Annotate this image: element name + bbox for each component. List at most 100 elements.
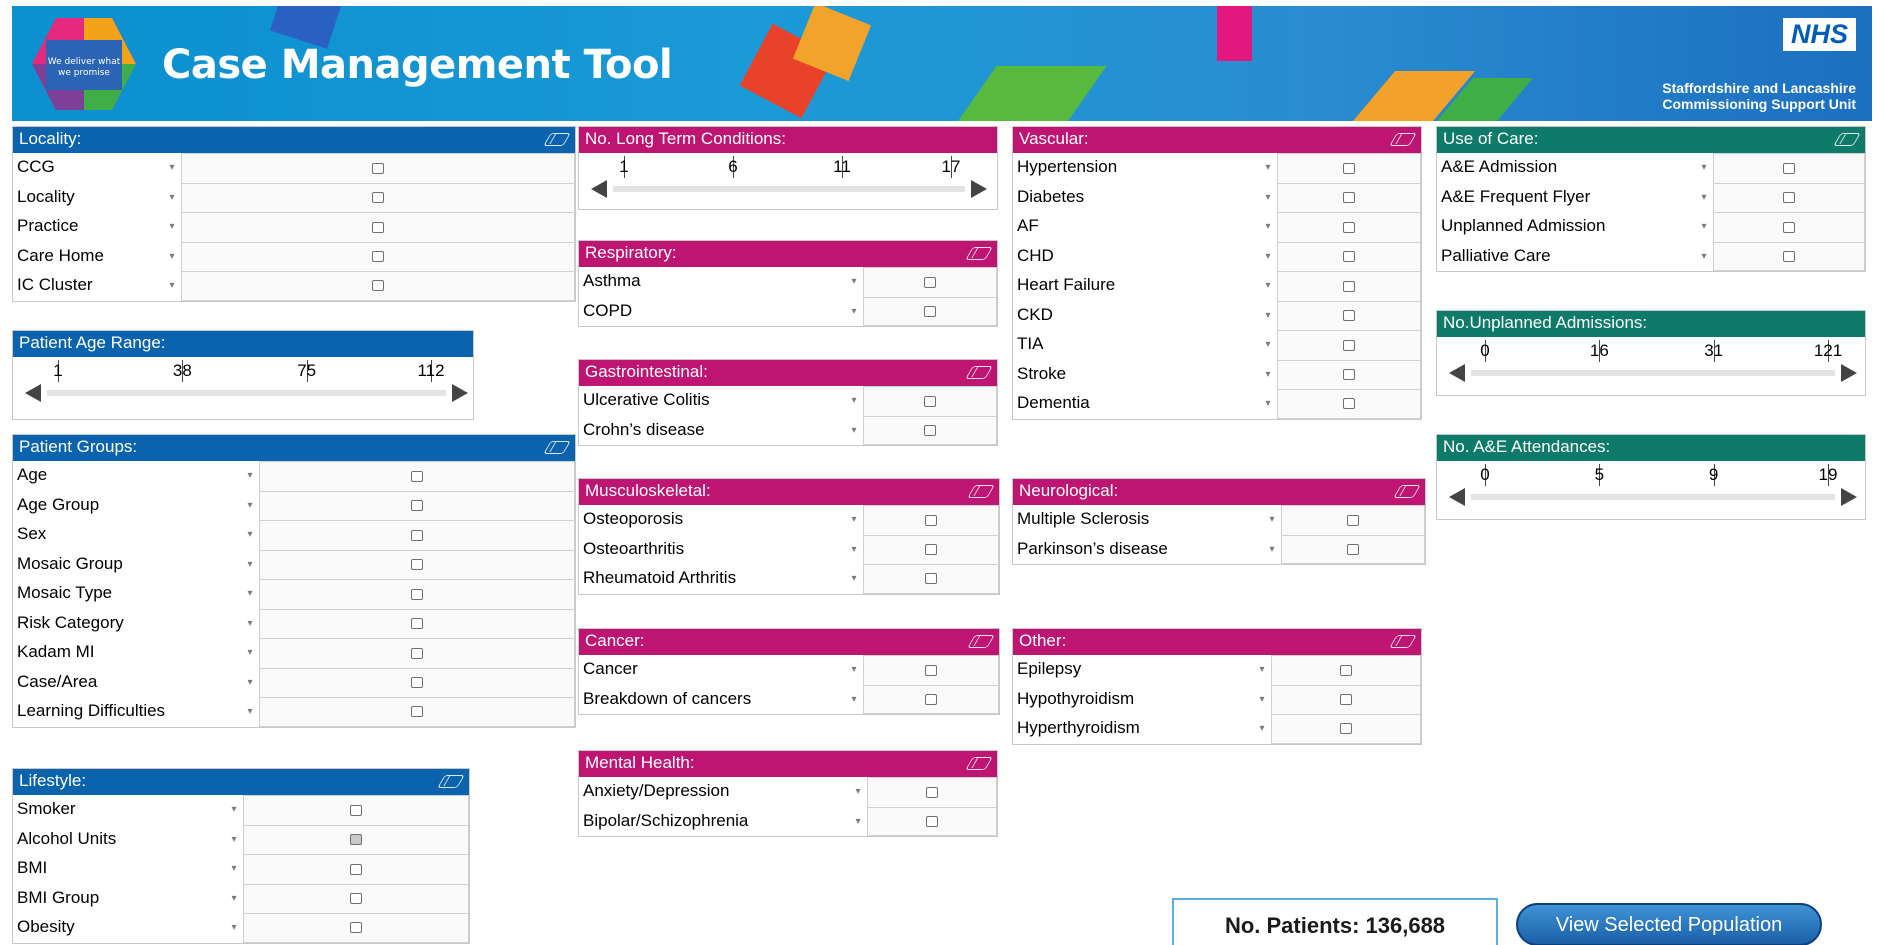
filter-row[interactable]: Diabetes ▾: [1013, 182, 1421, 212]
filter-value-cell[interactable]: [181, 153, 575, 183]
eraser-icon[interactable]: [1389, 635, 1417, 648]
dropdown-arrow-icon[interactable]: ▾: [845, 386, 863, 416]
checkbox[interactable]: [1343, 339, 1355, 351]
checkbox[interactable]: [924, 424, 936, 436]
slider-left-arrow-icon[interactable]: [25, 384, 41, 402]
dropdown-arrow-icon[interactable]: ▾: [845, 416, 863, 446]
filter-row[interactable]: Stroke ▾: [1013, 359, 1421, 389]
filter-row[interactable]: Learning Difficulties ▾: [13, 697, 575, 727]
dropdown-arrow-icon[interactable]: ▾: [845, 535, 863, 565]
checkbox[interactable]: [350, 893, 362, 905]
dropdown-arrow-icon[interactable]: ▾: [1695, 242, 1713, 272]
dropdown-arrow-icon[interactable]: ▾: [225, 884, 243, 914]
age-range-slider[interactable]: 1 38 75 112: [13, 357, 473, 419]
filter-row[interactable]: Sex ▾: [13, 520, 575, 550]
dropdown-arrow-icon[interactable]: ▾: [1263, 505, 1281, 535]
dropdown-arrow-icon[interactable]: ▾: [241, 520, 259, 550]
filter-value-cell[interactable]: [1277, 271, 1421, 301]
slider-track[interactable]: [1471, 494, 1835, 500]
filter-row[interactable]: Ulcerative Colitis ▾: [579, 386, 997, 416]
filter-row[interactable]: BMI Group ▾: [13, 883, 469, 914]
checkbox[interactable]: [350, 834, 362, 846]
filter-row[interactable]: Kadam MI ▾: [13, 638, 575, 668]
filter-row[interactable]: Mosaic Type ▾: [13, 579, 575, 609]
filter-row[interactable]: Locality ▾: [13, 182, 575, 212]
filter-value-cell[interactable]: [1713, 153, 1865, 183]
filter-value-cell[interactable]: [259, 697, 575, 727]
filter-value-cell[interactable]: [243, 824, 469, 854]
checkbox[interactable]: [350, 863, 362, 875]
dropdown-arrow-icon[interactable]: ▾: [241, 668, 259, 698]
filter-value-cell[interactable]: [181, 182, 575, 212]
filter-row[interactable]: Asthma ▾: [579, 267, 997, 297]
filter-row[interactable]: Parkinson’s disease ▾: [1013, 534, 1425, 565]
checkbox[interactable]: [1783, 221, 1795, 233]
dropdown-arrow-icon[interactable]: ▾: [241, 461, 259, 491]
dropdown-arrow-icon[interactable]: ▾: [849, 777, 867, 807]
filter-row[interactable]: A&E Admission ▾: [1437, 153, 1865, 183]
checkbox[interactable]: [411, 470, 423, 482]
filter-value-cell[interactable]: [243, 883, 469, 913]
checkbox[interactable]: [350, 922, 362, 934]
dropdown-arrow-icon[interactable]: ▾: [845, 564, 863, 594]
checkbox[interactable]: [1343, 192, 1355, 204]
dropdown-arrow-icon[interactable]: ▾: [1253, 714, 1271, 744]
filter-value-cell[interactable]: [863, 505, 999, 535]
dropdown-arrow-icon[interactable]: ▾: [845, 505, 863, 535]
filter-value-cell[interactable]: [181, 212, 575, 242]
filter-value-cell[interactable]: [1271, 714, 1421, 744]
eraser-icon[interactable]: [543, 133, 571, 146]
filter-row[interactable]: Breakdown of cancers ▾: [579, 684, 999, 715]
dropdown-arrow-icon[interactable]: ▾: [1259, 212, 1277, 242]
dropdown-arrow-icon[interactable]: ▾: [163, 212, 181, 242]
checkbox[interactable]: [411, 588, 423, 600]
filter-row[interactable]: Rheumatoid Arthritis ▾: [579, 564, 999, 594]
checkbox[interactable]: [1343, 398, 1355, 410]
eraser-icon[interactable]: [967, 485, 995, 498]
dropdown-arrow-icon[interactable]: ▾: [1259, 389, 1277, 419]
dropdown-arrow-icon[interactable]: ▾: [1253, 685, 1271, 715]
dropdown-arrow-icon[interactable]: ▾: [241, 609, 259, 639]
view-selected-population-button[interactable]: View Selected Population: [1516, 903, 1822, 945]
filter-row[interactable]: Osteoarthritis ▾: [579, 534, 999, 565]
filter-value-cell[interactable]: [863, 415, 997, 445]
filter-row[interactable]: Bipolar/Schizophrenia ▾: [579, 806, 997, 837]
eraser-icon[interactable]: [1393, 485, 1421, 498]
eraser-icon[interactable]: [1389, 133, 1417, 146]
filter-row[interactable]: CHD ▾: [1013, 241, 1421, 271]
filter-value-cell[interactable]: [867, 777, 997, 807]
filter-row[interactable]: Unplanned Admission ▾: [1437, 212, 1865, 242]
dropdown-arrow-icon[interactable]: ▾: [1263, 535, 1281, 565]
filter-row[interactable]: Anxiety/Depression ▾: [579, 777, 997, 807]
dropdown-arrow-icon[interactable]: ▾: [849, 807, 867, 837]
filter-row[interactable]: Risk Category ▾: [13, 608, 575, 639]
eraser-icon[interactable]: [965, 366, 993, 379]
filter-value-cell[interactable]: [259, 520, 575, 550]
filter-row[interactable]: CCG ▾: [13, 153, 575, 183]
checkbox[interactable]: [1783, 192, 1795, 204]
dropdown-arrow-icon[interactable]: ▾: [241, 550, 259, 580]
dropdown-arrow-icon[interactable]: ▾: [163, 271, 181, 301]
filter-row[interactable]: Palliative Care ▾: [1437, 241, 1865, 272]
filter-value-cell[interactable]: [863, 655, 999, 685]
dropdown-arrow-icon[interactable]: ▾: [225, 913, 243, 943]
checkbox[interactable]: [411, 647, 423, 659]
checkbox[interactable]: [1347, 543, 1359, 555]
filter-row[interactable]: Case/Area ▾: [13, 667, 575, 698]
filter-row[interactable]: Hypothyroidism ▾: [1013, 684, 1421, 715]
checkbox[interactable]: [925, 544, 937, 556]
checkbox[interactable]: [372, 221, 384, 233]
dropdown-arrow-icon[interactable]: ▾: [225, 795, 243, 825]
filter-value-cell[interactable]: [863, 267, 997, 297]
checkbox[interactable]: [924, 276, 936, 288]
dropdown-arrow-icon[interactable]: ▾: [845, 685, 863, 715]
checkbox[interactable]: [411, 559, 423, 571]
filter-row[interactable]: Osteoporosis ▾: [579, 505, 999, 535]
filter-value-cell[interactable]: [1271, 684, 1421, 714]
filter-value-cell[interactable]: [1277, 212, 1421, 242]
filter-value-cell[interactable]: [181, 271, 575, 301]
filter-value-cell[interactable]: [259, 608, 575, 638]
dropdown-arrow-icon[interactable]: ▾: [225, 854, 243, 884]
checkbox[interactable]: [1340, 664, 1352, 676]
eraser-icon[interactable]: [543, 441, 571, 454]
